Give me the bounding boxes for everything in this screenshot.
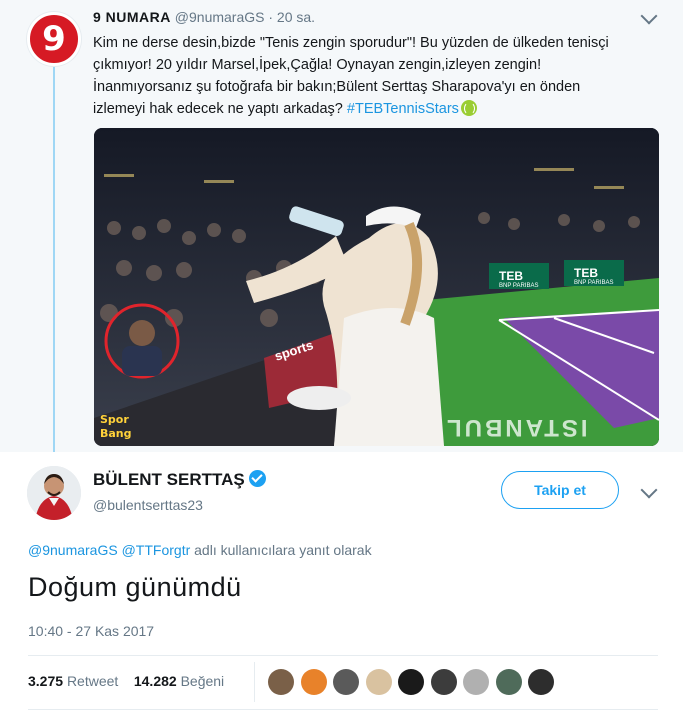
parent-text-line: izlemeyi hak edecek ne yaptı arkadaş? #T… — [93, 98, 653, 120]
parent-tweet[interactable]: 9 9 NUMARA @9numaraGS · 20 sa. Kim ne de… — [0, 0, 683, 452]
photo-watermark-line2: Bang — [100, 427, 132, 440]
hashtag-link[interactable]: #TEBTennisStars — [347, 101, 459, 117]
parent-menu-chevron-icon[interactable] — [640, 7, 658, 25]
liker-avatar[interactable] — [365, 669, 392, 695]
tweet-text: Doğum günümdü — [28, 572, 242, 602]
liker-avatar[interactable] — [528, 669, 554, 695]
stats-separator — [254, 662, 255, 702]
sponsor-board-right-sub: BNP PARIBAS — [574, 280, 614, 286]
parent-text-line: Kim ne derse desin,bizde "Tenis zengin s… — [93, 35, 609, 51]
photo-illustration — [94, 128, 659, 446]
parent-display-name[interactable]: 9 NUMARA — [93, 9, 171, 25]
user-avatar[interactable] — [27, 466, 81, 520]
parent-handle[interactable]: @9numaraGS — [175, 9, 265, 25]
thread-connector-line — [53, 62, 55, 452]
verified-badge-icon — [248, 470, 266, 487]
liker-avatar[interactable] — [495, 669, 522, 695]
parent-text-line: çıkmıyor! 20 yıldır Marsel,İpek,Çağla! O… — [93, 57, 542, 73]
like-count[interactable]: 14.282 — [134, 673, 177, 689]
user-display-name[interactable]: BÜLENT SERTTAŞ — [93, 470, 266, 490]
divider — [28, 709, 658, 710]
retweet-count[interactable]: 3.275 — [28, 673, 63, 689]
sponsor-board-right: TEB — [574, 266, 598, 280]
photo-watermark-line1: Spor — [100, 413, 129, 426]
reply-context: @9numaraGS @TTForgtr adlı kullanıcılara … — [28, 542, 372, 558]
retweet-label[interactable]: Retweet — [67, 673, 118, 689]
parent-time[interactable]: · 20 sa. — [268, 9, 315, 25]
liker-avatars — [268, 669, 561, 695]
liker-avatar[interactable] — [333, 669, 359, 695]
avatar-portrait — [27, 466, 81, 520]
parent-text-line: İnanmıyorsanız şu fotoğrafa bir bakın;Bü… — [93, 79, 581, 95]
reply-mention-link[interactable]: @TTForgtr — [122, 542, 191, 558]
parent-header: 9 NUMARA @9numaraGS · 20 sa. — [93, 9, 315, 25]
sponsor-board-left-sub: BNP PARIBAS — [499, 283, 539, 289]
liker-avatar[interactable] — [300, 669, 327, 695]
liker-avatar[interactable] — [463, 669, 489, 695]
like-label[interactable]: Beğeni — [181, 673, 225, 689]
liker-avatar[interactable] — [268, 669, 294, 695]
divider — [28, 655, 658, 656]
tweet-photo[interactable]: TEB BNP PARIBAS TEB BNP PARIBAS sports I… — [94, 128, 659, 446]
tweet-timestamp[interactable]: 10:40 - 27 Kas 2017 — [28, 623, 154, 639]
reply-mention-link[interactable]: @9numaraGS — [28, 542, 118, 558]
reply-context-suffix: adlı kullanıcılara yanıt olarak — [194, 542, 372, 558]
parent-avatar[interactable]: 9 — [27, 12, 81, 66]
tweet-stats: 3.275 Retweet 14.282 Beğeni — [28, 673, 224, 689]
tennis-ball-icon — [460, 100, 477, 116]
user-handle[interactable]: @bulentserttas23 — [93, 497, 203, 513]
parent-tweet-text: Kim ne derse desin,bizde "Tenis zengin s… — [93, 32, 653, 120]
liker-avatar[interactable] — [430, 669, 457, 695]
follow-button[interactable]: Takip et — [501, 471, 619, 509]
liker-avatar[interactable] — [398, 669, 424, 695]
tweet-menu-chevron-icon[interactable] — [640, 481, 658, 499]
sponsor-board-left: TEB — [499, 269, 523, 283]
parent-avatar-text: 9 — [42, 19, 66, 59]
court-lettering: ISTANBUL — [444, 414, 588, 441]
